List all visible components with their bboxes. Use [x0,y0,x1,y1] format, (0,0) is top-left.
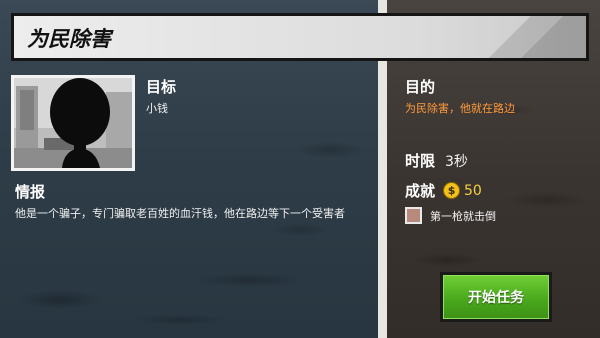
achievement-label: 成就 [405,182,436,200]
task-checkbox [405,207,422,224]
achievement-task: 第一枪就击倒 [405,207,496,224]
objective-heading: 目的 [405,78,436,96]
intel-heading: 情报 [15,183,46,201]
start-mission-button[interactable]: 开始任务 [440,272,552,322]
intel-text: 他是一个骗子，专门骗取老百姓的血汗钱，他在路边等下一个受害者 [15,207,345,220]
mission-title-banner: 为民除害 [11,13,589,61]
start-mission-label: 开始任务 [443,275,549,319]
time-limit-row: 时限 3秒 [405,150,468,171]
target-portrait [11,75,135,171]
mission-title: 为民除害 [27,27,111,51]
target-name: 小钱 [146,102,168,115]
dollar-coin-icon: $ [443,182,461,199]
time-limit-label: 时限 [405,152,436,170]
achievement-row: 成就 $ 50 [405,180,482,201]
objective-text: 为民除害，他就在路边 [405,102,515,115]
time-limit-value: 3秒 [445,154,468,170]
task-text: 第一枪就击倒 [430,209,496,223]
achievement-reward: 50 [464,182,482,199]
target-heading: 目标 [146,78,177,96]
